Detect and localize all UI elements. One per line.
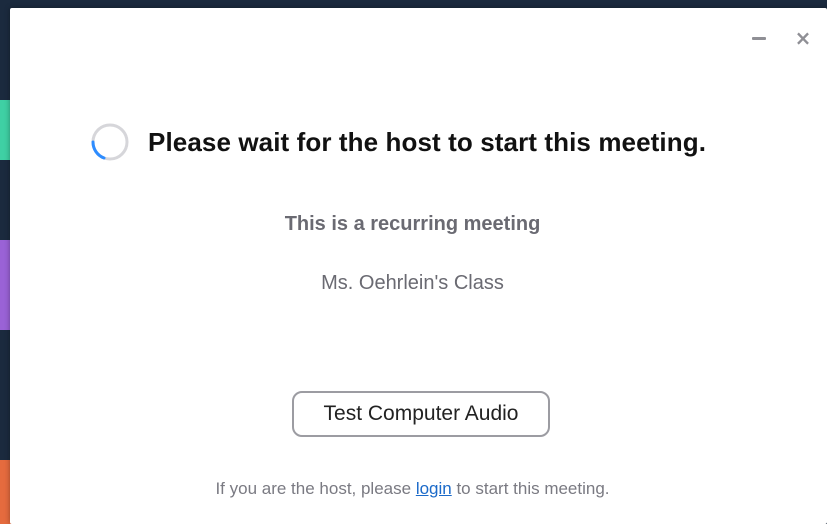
login-link[interactable]: login — [416, 479, 452, 498]
waiting-dialog: × Please wait for the host to start this… — [10, 8, 827, 524]
host-note-suffix: to start this meeting. — [451, 479, 610, 498]
page-title: Please wait for the host to start this m… — [148, 126, 707, 157]
loading-spinner-icon — [91, 123, 129, 161]
title-row: Please wait for the host to start this m… — [90, 122, 706, 162]
meeting-name: Ms. Oehrlein's Class — [321, 272, 504, 294]
window-controls: × — [749, 28, 813, 48]
host-note-prefix: If you are the host, please — [215, 479, 416, 498]
recurring-meeting-label: This is a recurring meeting — [284, 213, 541, 235]
minimize-button[interactable] — [749, 28, 769, 48]
test-computer-audio-button[interactable]: Test Computer Audio — [292, 391, 550, 437]
close-button[interactable]: × — [793, 28, 813, 48]
close-icon: × — [794, 26, 812, 50]
minimize-icon — [752, 36, 766, 40]
host-login-note: If you are the host, please login to sta… — [10, 479, 815, 499]
